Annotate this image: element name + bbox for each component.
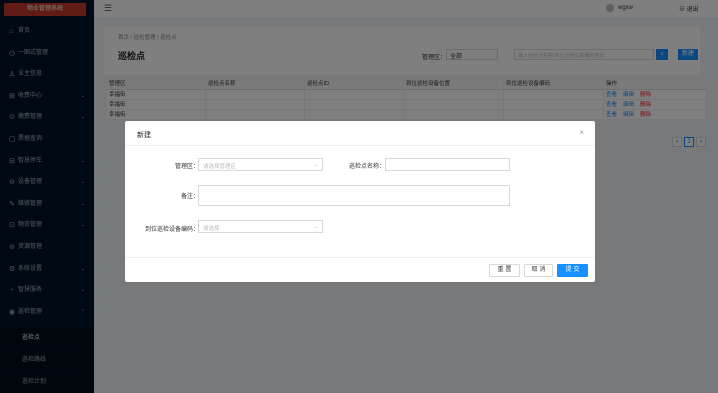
area-placeholder: 请选择管理区 bbox=[203, 164, 237, 170]
remark-textarea[interactable] bbox=[198, 185, 510, 206]
chevron-down-icon: ⌄ bbox=[313, 224, 318, 230]
cancel-button[interactable]: 取 消 bbox=[524, 264, 553, 277]
divider bbox=[125, 257, 595, 258]
modal-title: 新建 bbox=[137, 132, 151, 139]
name-label: 巡检点名称： bbox=[348, 164, 385, 170]
submit-button[interactable]: 提 交 bbox=[557, 264, 588, 277]
device-select[interactable]: 请选择 ⌄ bbox=[198, 220, 323, 233]
close-icon[interactable]: × bbox=[579, 128, 584, 137]
chevron-down-icon: ⌄ bbox=[313, 162, 318, 168]
divider bbox=[125, 145, 595, 146]
device-label: 到位巡检设备编码： bbox=[144, 227, 199, 233]
create-modal: 新建 × 管理区： 请选择管理区 ⌄ 巡检点名称： 备注： 到位巡检设备编码： … bbox=[125, 121, 595, 282]
name-input[interactable] bbox=[385, 158, 510, 171]
remark-label: 备注： bbox=[180, 194, 199, 200]
device-placeholder: 请选择 bbox=[203, 226, 220, 232]
area-label: 管理区： bbox=[174, 164, 199, 170]
reset-button[interactable]: 重 置 bbox=[489, 264, 520, 277]
area-select[interactable]: 请选择管理区 ⌄ bbox=[198, 158, 323, 171]
